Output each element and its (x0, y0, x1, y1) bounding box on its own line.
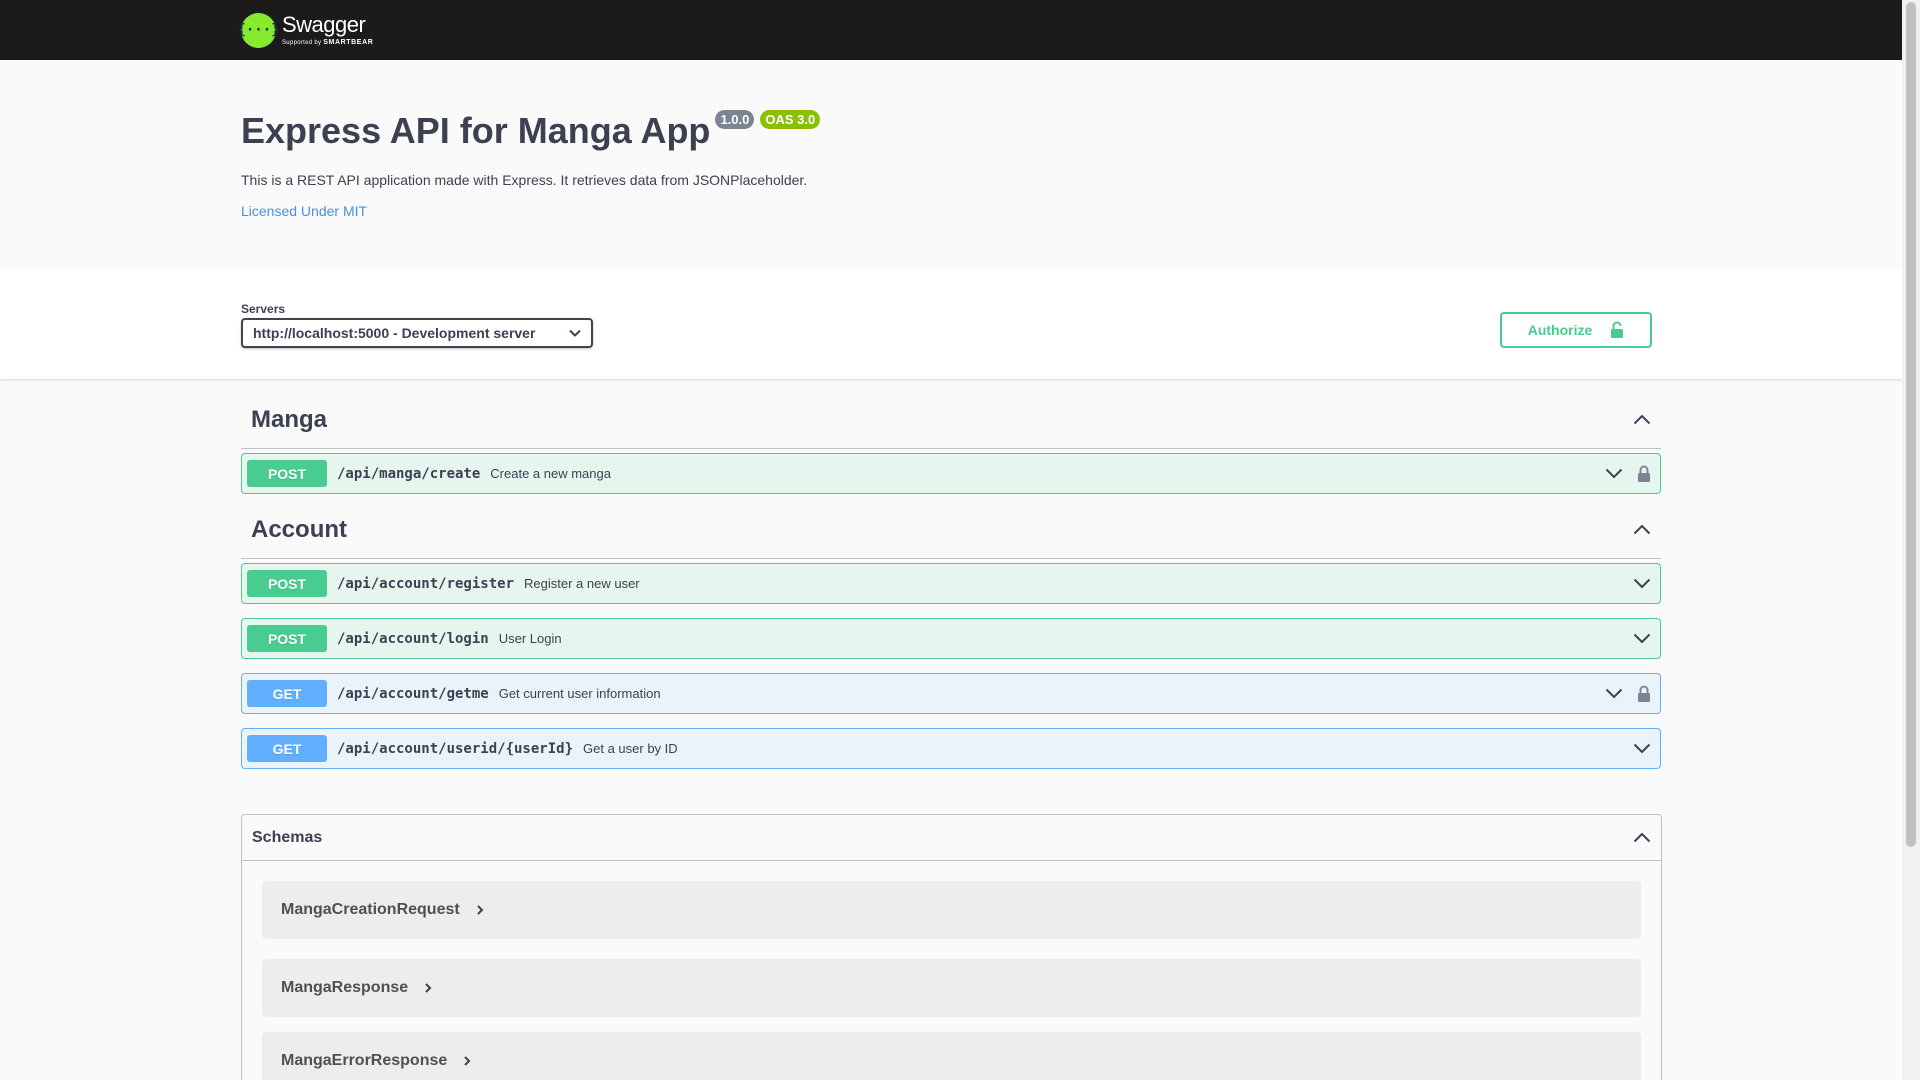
authorize-button[interactable]: Authorize (1500, 312, 1652, 348)
operation-summary: Register a new user (524, 576, 640, 591)
operation-path: /api/account/getme (337, 685, 489, 702)
page-title: Express API for Manga App 1.0.0 OAS 3.0 (241, 110, 821, 152)
tag-account[interactable]: Account (241, 501, 1661, 559)
scheme-container: Servers http://localhost:5000 - Developm… (0, 269, 1902, 379)
lock-icon[interactable] (1637, 685, 1651, 703)
operation-get-account-getme[interactable]: GET /api/account/getme Get current user … (241, 673, 1661, 714)
logo-text: Swagger Supported by SMARTBEAR (282, 12, 373, 47)
authorize-label: Authorize (1527, 322, 1593, 338)
swagger-logo[interactable]: {···} Swagger Supported by SMARTBEAR (237, 9, 373, 51)
operation-controls (1633, 633, 1655, 644)
operation-controls (1605, 685, 1655, 703)
servers-label: Servers (241, 302, 286, 316)
operation-summary: User Login (498, 631, 562, 646)
schema-model[interactable]: MangaResponse (262, 959, 1641, 1017)
operation-controls (1605, 465, 1655, 483)
schemas-header[interactable]: Schemas (242, 815, 1661, 861)
chevron-down-icon[interactable] (1605, 688, 1623, 699)
operation-post-account-login[interactable]: POST /api/account/login User Login (241, 618, 1661, 659)
chevron-down-icon (569, 329, 581, 337)
chevron-up-icon[interactable] (1633, 832, 1651, 843)
vertical-scrollbar[interactable] (1902, 0, 1920, 1080)
logo-sub-brand: SMARTBEAR (323, 39, 374, 46)
topbar: {···} Swagger Supported by SMARTBEAR (0, 0, 1902, 60)
chevron-down-icon[interactable] (1633, 633, 1651, 644)
scrollbar-thumb[interactable] (1906, 2, 1916, 847)
servers-select[interactable]: http://localhost:5000 - Development serv… (241, 318, 593, 348)
chevron-up-icon[interactable] (1633, 524, 1651, 535)
operation-summary: Get current user information (498, 686, 661, 701)
schema-model[interactable]: MangaCreationRequest (262, 881, 1641, 939)
schemas-section: Schemas MangaCreationRequest MangaRespon… (241, 814, 1662, 1080)
chevron-down-icon[interactable] (1633, 743, 1651, 754)
method-badge: POST (247, 625, 327, 652)
logo-subtitle: Supported by SMARTBEAR (282, 39, 373, 46)
operation-summary: Create a new manga (490, 466, 611, 481)
logo-sub-prefix: Supported by (282, 40, 322, 46)
operation-post-account-register[interactable]: POST /api/account/register Register a ne… (241, 563, 1661, 604)
schema-model-name: MangaCreationRequest (281, 901, 460, 918)
operation-controls (1633, 743, 1655, 754)
lock-icon[interactable] (1637, 465, 1651, 483)
unlock-icon (1610, 321, 1624, 339)
tag-name: Account (251, 515, 347, 543)
operation-path: /api/manga/create (337, 465, 481, 482)
api-description: This is a REST API application made with… (241, 172, 808, 188)
schema-model-name: MangaResponse (281, 979, 409, 996)
oas-badge: OAS 3.0 (760, 110, 821, 129)
operation-path: /api/account/login (337, 630, 489, 647)
tag-manga[interactable]: Manga (241, 391, 1661, 449)
schema-model-name: MangaErrorResponse (281, 1052, 448, 1069)
chevron-right-icon[interactable] (476, 904, 484, 916)
license-link[interactable]: Licensed Under MIT (241, 203, 367, 219)
tag-name: Manga (251, 405, 328, 433)
operation-path: /api/account/register (337, 575, 515, 592)
operation-get-account-userid[interactable]: GET /api/account/userid/{userId} Get a u… (241, 728, 1661, 769)
chevron-right-icon[interactable] (463, 1055, 471, 1067)
api-title: Express API for Manga App (241, 110, 711, 151)
chevron-down-icon[interactable] (1605, 468, 1623, 479)
schema-model[interactable]: MangaErrorResponse (262, 1032, 1641, 1080)
chevron-right-icon[interactable] (424, 982, 432, 994)
schemas-title: Schemas (252, 828, 323, 846)
method-badge: POST (247, 570, 327, 597)
logo-name: Swagger (282, 12, 366, 37)
operation-controls (1633, 578, 1655, 589)
chevron-up-icon[interactable] (1633, 414, 1651, 425)
method-badge: POST (247, 460, 327, 487)
servers-selected-value: http://localhost:5000 - Development serv… (253, 325, 536, 341)
info-section: Express API for Manga App 1.0.0 OAS 3.0 … (0, 60, 1902, 269)
chevron-down-icon[interactable] (1633, 578, 1651, 589)
method-badge: GET (247, 735, 327, 762)
version-badge: 1.0.0 (715, 110, 755, 129)
method-badge: GET (247, 680, 327, 707)
operation-path: /api/account/userid/{userId} (337, 740, 574, 757)
operation-summary: Get a user by ID (583, 741, 678, 756)
operation-post-manga-create[interactable]: POST /api/manga/create Create a new mang… (241, 453, 1661, 494)
swagger-logo-icon: {···} (237, 12, 280, 48)
